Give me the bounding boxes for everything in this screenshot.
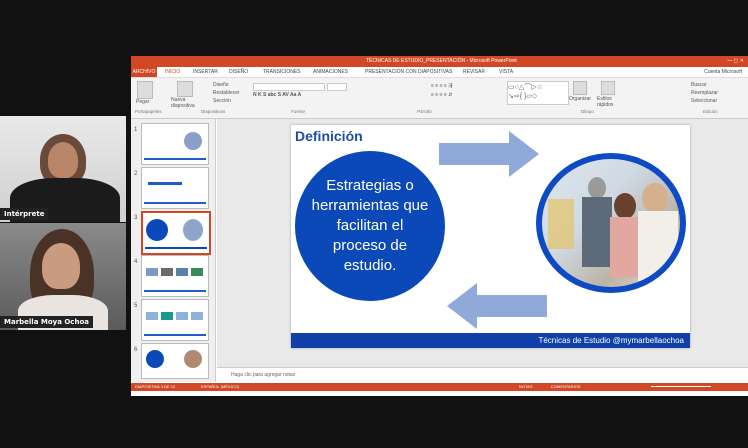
current-slide[interactable]: Definición Estrategias o herramientas qu… (291, 125, 690, 348)
notes-placeholder: Haga clic para agregar notas (231, 372, 296, 378)
slide-title[interactable]: Definición (295, 128, 363, 144)
find-button[interactable]: Buscar (691, 82, 707, 88)
slide-thumbnail-pane[interactable]: 1 2 3 4 5 6 (131, 119, 216, 382)
slide-thumbnail[interactable] (141, 167, 209, 209)
layout-button[interactable]: Diseño (213, 82, 229, 88)
ribbon-tabs: ARCHIVO INICIO INSERTAR DISEÑO TRANSICIO… (131, 67, 748, 78)
interpreter-face (48, 142, 78, 178)
group-label-slides: Diapositivas (201, 109, 226, 114)
select-button[interactable]: Seleccionar (691, 98, 717, 104)
thumb-number: 3 (134, 215, 138, 221)
font-controls[interactable]: N K S abc S AV Aa A (253, 83, 413, 101)
slide-thumbnail-selected[interactable] (141, 211, 211, 255)
ribbon: Pegar Nueva diapositiva Diseño Restablec… (131, 78, 748, 119)
tab-transiciones[interactable]: TRANSICIONES (263, 69, 301, 75)
participant-name-tag: Marbella Moya Ochoa (0, 316, 93, 328)
group-label-drawing: Dibujo (581, 109, 594, 114)
slide-counter: DIAPOSITIVA 3 DE 12 (135, 384, 176, 389)
tab-diseno[interactable]: DISEÑO (229, 69, 248, 75)
presenter-face (42, 243, 80, 289)
window-title: TÉCNICAS DE ESTUDIO_PRESENTACIÓN - Micro… (366, 58, 517, 64)
definition-circle[interactable]: Estrategias o herramientas que facilitan… (295, 151, 445, 301)
tab-vista[interactable]: VISTA (499, 69, 513, 75)
students-photo[interactable] (536, 153, 686, 293)
tab-insertar[interactable]: INSERTAR (193, 69, 218, 75)
slide-thumbnail[interactable] (141, 343, 209, 379)
title-bar: TÉCNICAS DE ESTUDIO_PRESENTACIÓN - Micro… (131, 56, 748, 67)
arrange-label: Organizar (569, 96, 591, 102)
arrow-left-shape[interactable] (447, 283, 547, 329)
slide-thumbnail[interactable] (141, 299, 209, 341)
quick-styles-label: Estilos rápidos (597, 96, 614, 108)
tab-animaciones[interactable]: ANIMACIONES (313, 69, 348, 75)
tab-archivo[interactable]: ARCHIVO (131, 67, 157, 77)
video-tile-interpreter: Intérprete (0, 116, 126, 222)
slide-thumbnail[interactable] (141, 123, 209, 165)
notes-toggle[interactable]: NOTAS (519, 383, 532, 391)
thumb-number: 1 (134, 127, 138, 133)
shapes-gallery[interactable]: ▭○△⌒▷☆ ↘⇨{ }▱◇ (507, 81, 569, 105)
new-slide-label: Nueva diapositiva (171, 97, 195, 109)
arrange-button[interactable] (573, 81, 587, 95)
arrow-right-shape[interactable] (439, 131, 539, 177)
thumb-number: 5 (134, 303, 138, 309)
section-button[interactable]: Sección (213, 98, 231, 104)
tab-inicio[interactable]: INICIO (165, 69, 180, 75)
replace-button[interactable]: Reemplazar (691, 90, 718, 96)
notes-pane[interactable]: Haga clic para agregar notas (217, 367, 748, 383)
reset-button[interactable]: Restablecer (213, 90, 240, 96)
tab-presentacion[interactable]: PRESENTACIÓN CON DIAPOSITIVAS (365, 69, 452, 75)
tab-revisar[interactable]: REVISAR (463, 69, 485, 75)
paragraph-controls[interactable]: ≡ ≡ ≡ ≡ ⇶ ≡ ≡ ≡ ≡ ⇵ (431, 83, 501, 101)
slide-footer[interactable]: Técnicas de Estudio @mymarbellaochoa (291, 333, 690, 348)
group-label-font: Fuente (291, 109, 306, 114)
video-tile-presenter: Marbella Moya Ochoa (0, 223, 126, 330)
slide-editor-canvas[interactable]: Definición Estrategias o herramientas qu… (217, 119, 748, 367)
comments-toggle[interactable]: COMENTARIOS (551, 383, 580, 391)
status-bar: DIAPOSITIVA 3 DE 12 ESPAÑOL (MÉXICO) NOT… (131, 383, 748, 391)
group-label-clipboard: Portapapeles (135, 109, 162, 114)
language-indicator[interactable]: ESPAÑOL (MÉXICO) (201, 383, 239, 391)
account-label[interactable]: Cuenta Microsoft (704, 69, 742, 75)
participant-name-tag: Intérprete (0, 208, 49, 220)
group-label-paragraph: Párrafo (417, 109, 432, 114)
paste-label: Pegar (136, 99, 150, 105)
footer-text: Técnicas de Estudio @mymarbellaochoa (538, 336, 684, 345)
thumb-number: 4 (134, 259, 138, 265)
quick-styles-button[interactable] (601, 81, 615, 95)
paste-button[interactable] (137, 81, 153, 99)
photo-content (542, 159, 680, 287)
slide-thumbnail[interactable] (141, 255, 209, 297)
group-label-editing: Edición (703, 109, 718, 114)
zoom-slider[interactable] (651, 386, 711, 387)
powerpoint-window: TÉCNICAS DE ESTUDIO_PRESENTACIÓN - Micro… (131, 56, 748, 396)
thumb-number: 6 (134, 347, 138, 353)
thumb-number: 2 (134, 171, 138, 177)
definition-text: Estrategias o herramientas que facilitan… (311, 177, 429, 274)
window-controls[interactable]: — ▢ ✕ (727, 56, 744, 67)
new-slide-button[interactable] (177, 81, 193, 97)
